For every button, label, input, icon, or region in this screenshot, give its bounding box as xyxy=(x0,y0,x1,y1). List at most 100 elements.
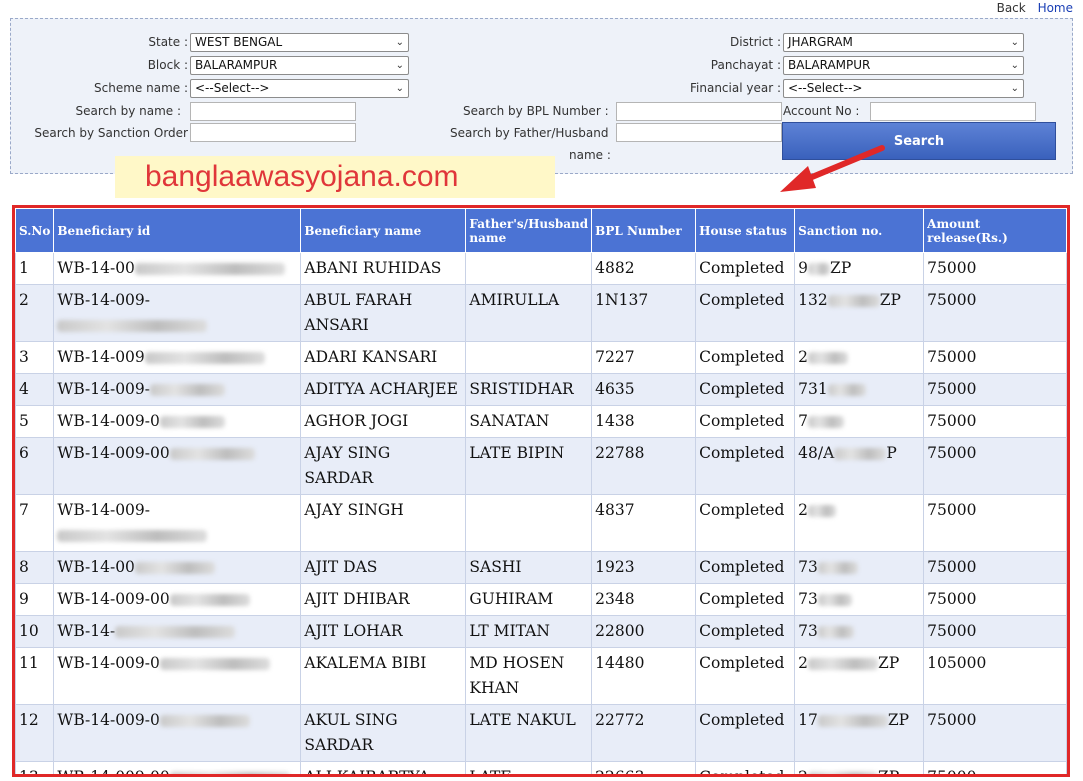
table-row: 5 WB-14-009-0 AGHOR JOGI SANATAN 1438 Complet… xyxy=(15,405,1067,438)
cell-sanction: 2 ZP xyxy=(794,647,925,705)
table-row: 4 WB-14-009- ADITYA ACHARJEE SRISTIDHAR 4635… xyxy=(15,373,1067,406)
col-header-father-name: Father's/Husband name xyxy=(465,208,593,253)
cell-amount-text: 75000 xyxy=(927,768,977,777)
cell-beneficiary-name-text: AGHOR JOGI xyxy=(304,412,409,430)
watermark-banner: banglaawasyojana.com xyxy=(115,156,555,198)
bpl-search-input[interactable] xyxy=(616,102,782,121)
cell-sno-text: 9 xyxy=(19,590,29,608)
redacted-blur xyxy=(817,594,852,606)
cell-beneficiary-name: AJAY SINGH xyxy=(300,494,467,552)
cell-beneficiary-name: AJIT DHIBAR xyxy=(300,583,467,616)
account-label: Account No : xyxy=(783,104,860,118)
col-header-house-status: House status xyxy=(695,208,796,253)
cell-house-status-text: Completed xyxy=(699,412,785,430)
cell-sanction-text: 17 xyxy=(798,711,818,729)
cell-beneficiary-name-text: ADITYA ACHARJEE xyxy=(304,380,458,398)
cell-amount-text: 75000 xyxy=(927,259,977,277)
cell-sno-text: 4 xyxy=(19,380,29,398)
cell-amount: 75000 xyxy=(923,341,1067,374)
back-link[interactable]: Back xyxy=(997,1,1026,15)
cell-father-name-text: SRISTIDHAR xyxy=(469,380,574,398)
father-search-input[interactable] xyxy=(616,123,782,142)
district-select[interactable]: JHARGRAM ⌄ xyxy=(783,33,1024,52)
cell-amount: 75000 xyxy=(923,405,1067,438)
cell-sanction-text: 9 xyxy=(798,259,809,277)
sanction-suffix: ZP xyxy=(878,768,900,777)
cell-house-status-text: Completed xyxy=(699,380,785,398)
cell-sanction-text: 48/A xyxy=(798,444,835,462)
account-input[interactable] xyxy=(870,102,1036,121)
table-row: 9 WB-14-009-00 AJIT DHIBAR GUHIRAM 2348 Compl… xyxy=(15,583,1067,616)
panchayat-select[interactable]: BALARAMPUR ⌄ xyxy=(783,56,1024,75)
cell-sanction: 731 xyxy=(794,373,925,406)
cell-house-status-text: Completed xyxy=(699,590,785,608)
home-link[interactable]: Home xyxy=(1038,1,1073,15)
cell-house-status: Completed xyxy=(695,437,796,495)
cell-beneficiary-id-text: WB-14-009-00 xyxy=(57,590,170,608)
financial-year-select[interactable]: <--Select--> ⌄ xyxy=(783,79,1024,98)
cell-house-status-text: Completed xyxy=(699,622,785,640)
state-label: State : xyxy=(148,35,188,49)
cell-beneficiary-name-text: ABANI RUHIDAS xyxy=(304,259,442,277)
name-search-input[interactable] xyxy=(190,102,356,121)
cell-beneficiary-id: WB-14-009-00 xyxy=(53,761,302,774)
cell-sanction-text: 2 xyxy=(798,501,809,519)
cell-sanction-text: 2 xyxy=(798,348,809,366)
cell-sanction: 73 xyxy=(794,615,925,648)
cell-house-status: Completed xyxy=(695,583,796,616)
cell-amount: 75000 xyxy=(923,252,1067,285)
cell-father-name-text: MD HOSEN KHAN xyxy=(469,654,565,697)
cell-father-name-text: GUHIRAM xyxy=(469,590,554,608)
cell-sno: 7 xyxy=(15,494,55,552)
redacted-blur xyxy=(827,295,880,307)
cell-bpl: 22800 xyxy=(591,615,697,648)
cell-house-status-text: Completed xyxy=(699,711,785,729)
cell-father-name xyxy=(465,494,593,552)
cell-sno-text: 3 xyxy=(19,348,29,366)
sanction-search-input[interactable] xyxy=(190,123,356,142)
cell-sanction: 132 ZP xyxy=(794,284,925,342)
cell-house-status: Completed xyxy=(695,341,796,374)
cell-beneficiary-id: WB-14-009-0 xyxy=(53,405,302,438)
cell-beneficiary-name: ADARI KANSARI xyxy=(300,341,467,374)
cell-beneficiary-name: AJIT LOHAR xyxy=(300,615,467,648)
cell-beneficiary-name-text: AKALEMA BIBI xyxy=(304,654,427,672)
cell-beneficiary-name-text: AJIT DAS xyxy=(304,558,378,576)
cell-sno: 1 xyxy=(15,252,55,285)
cell-sno-text: 6 xyxy=(19,444,29,462)
cell-bpl: 4635 xyxy=(591,373,697,406)
cell-beneficiary-id: WB-14-009- xyxy=(53,494,302,552)
cell-beneficiary-name-text: AJIT LOHAR xyxy=(304,622,403,640)
cell-house-status: Completed xyxy=(695,284,796,342)
cell-sno-text: 12 xyxy=(19,711,39,729)
scheme-select[interactable]: <--Select--> ⌄ xyxy=(190,79,409,98)
cell-beneficiary-id-text: WB-14-009-0 xyxy=(57,654,160,672)
cell-sanction: 7 xyxy=(794,405,925,438)
cell-bpl: 22772 xyxy=(591,704,697,762)
chevron-down-icon: ⌄ xyxy=(395,83,404,94)
cell-beneficiary-id-text: WB-14-009 xyxy=(57,348,145,366)
cell-amount-text: 75000 xyxy=(927,501,977,519)
cell-sno-text: 13 xyxy=(19,768,39,777)
cell-sanction-text: 73 xyxy=(798,590,818,608)
cell-father-name: LATE BIPIN xyxy=(465,437,593,495)
cell-bpl-text: 22788 xyxy=(595,444,645,462)
top-nav: Back Home xyxy=(989,1,1073,15)
cell-amount: 75000 xyxy=(923,284,1067,342)
redacted-blur xyxy=(57,320,208,332)
panchayat-select-value: BALARAMPUR xyxy=(788,58,871,72)
table-row: 7 WB-14-009- AJAY SINGH 4837 Completed 2 75000 xyxy=(15,494,1067,552)
state-select[interactable]: WEST BENGAL ⌄ xyxy=(190,33,409,52)
cell-sno: 13 xyxy=(15,761,55,777)
cell-house-status: Completed xyxy=(695,373,796,406)
results-table-container: S.No Beneficiary id Beneficiary name Fat… xyxy=(12,205,1070,777)
cell-amount-text: 75000 xyxy=(927,622,977,640)
redacted-blur xyxy=(144,352,265,364)
cell-bpl: 1923 xyxy=(591,551,697,584)
block-select[interactable]: BALARAMPUR ⌄ xyxy=(190,56,409,75)
sanction-suffix: ZP xyxy=(887,711,910,729)
cell-father-name xyxy=(465,341,593,374)
cell-beneficiary-name: ABUL FARAH ANSARI xyxy=(300,284,467,342)
redacted-blur xyxy=(827,384,866,396)
cell-bpl: 4837 xyxy=(591,494,697,552)
